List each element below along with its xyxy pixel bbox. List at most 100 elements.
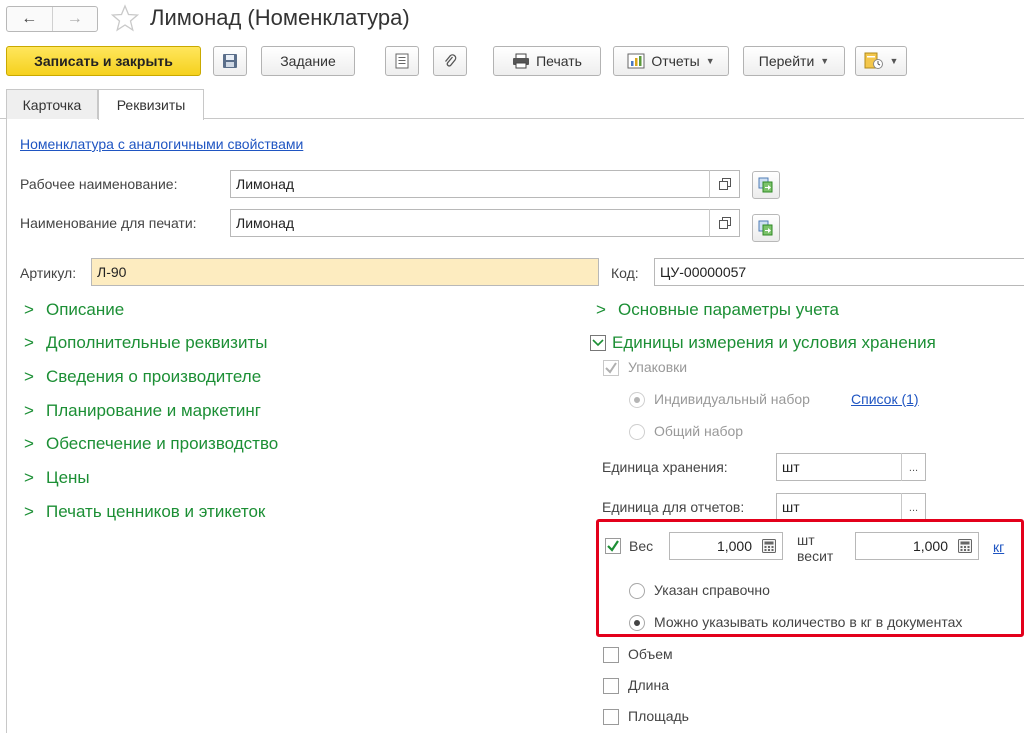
work-name-field[interactable]: Лимонад [230,170,740,198]
code-value: ЦУ-00000057 [660,264,747,280]
group-supply-production[interactable]: > Обеспечение и производство [24,434,278,454]
goto-label: Перейти [758,53,815,69]
chevron-down-icon: ▼ [820,56,830,66]
common-set-radio[interactable] [629,424,645,440]
open-value-button[interactable] [709,170,739,198]
create-based-on-button[interactable]: ▼ [855,46,907,76]
select-button[interactable]: ... [901,493,925,521]
group-label: Обеспечение и производство [46,434,279,453]
group-label: Цены [46,468,90,487]
chevron-right-icon: > [24,300,34,319]
weight-label: Вес [629,538,654,554]
group-manufacturer[interactable]: > Сведения о производителе [24,367,261,387]
back-button[interactable]: ← [7,7,52,31]
favorite-star-icon[interactable] [110,3,140,33]
length-label: Длина [628,677,669,693]
save-button[interactable] [213,46,247,76]
attach-file-button[interactable] [433,46,467,76]
volume-label: Объем [628,646,673,662]
group-label: Планирование и маркетинг [46,401,261,420]
print-name-field[interactable]: Лимонад [230,209,740,237]
calculator-icon[interactable] [958,539,972,553]
reports-button[interactable]: Отчеты ▼ [613,46,729,76]
chevron-right-icon: > [24,502,34,521]
length-checkbox[interactable] [603,678,619,694]
open-value-button[interactable] [709,209,739,237]
calculator-icon[interactable] [762,539,776,553]
group-label: Описание [46,300,125,319]
fill-from-template-button[interactable] [752,214,780,242]
storage-unit-label: Единица хранения: [602,459,728,475]
unit-weighs-label: шт весит [797,532,833,564]
area-checkbox[interactable] [603,709,619,725]
forward-button[interactable]: → [51,7,98,31]
weight-unit-link[interactable]: кг [993,539,1004,555]
quantity-value: 1,000 [716,538,752,554]
copy-green-icon [758,177,773,193]
group-units-storage[interactable]: Единицы измерения и условия хранения [590,333,936,353]
tab-requisites[interactable]: Реквизиты [98,89,204,120]
form-border [6,119,7,733]
report-unit-field[interactable]: шт ... [776,493,926,521]
code-label: Код: [611,265,639,281]
chevron-right-icon: > [24,367,34,386]
group-label: Единицы измерения и условия хранения [612,333,936,352]
code-field[interactable]: ЦУ-00000057 [654,258,1024,286]
weighs-label: весит [797,548,834,564]
group-label: Дополнительные реквизиты [46,333,268,352]
similar-items-link[interactable]: Номенклатура с аналогичными свойствами [20,136,303,152]
task-button[interactable]: Задание [261,46,355,76]
copy-window-icon [718,178,731,190]
print-name-value: Лимонад [236,215,295,231]
tab-card[interactable]: Карточка [6,89,98,119]
document-list-button[interactable] [385,46,419,76]
storage-unit-field[interactable]: шт ... [776,453,926,481]
create-document-icon [864,52,883,69]
window-title: Лимонад (Номенклатура) [150,5,410,30]
paperclip-icon [444,54,457,67]
storage-unit-value: шт [782,459,800,475]
copy-green-icon [758,220,773,236]
documents-weight-radio[interactable] [629,615,645,631]
report-unit-label: Единица для отчетов: [602,499,745,515]
unit-label: шт [797,532,815,548]
goto-button[interactable]: Перейти ▼ [743,46,845,76]
chevron-right-icon: > [596,300,606,319]
group-planning-marketing[interactable]: > Планирование и маркетинг [24,401,261,421]
print-button[interactable]: Печать [493,46,601,76]
individual-set-radio[interactable] [629,392,645,408]
group-additional-requisites[interactable]: > Дополнительные реквизиты [24,333,267,353]
common-set-label: Общий набор [654,423,744,439]
select-button[interactable]: ... [901,453,925,481]
packages-list-link[interactable]: Список (1) [851,391,919,407]
floppy-disk-icon [223,54,237,68]
group-accounting-params[interactable]: > Основные параметры учета [596,300,839,320]
documents-weight-label: Можно указывать количество в кг в докуме… [654,614,963,630]
checkmark-icon [605,362,617,374]
weight-value: 1,000 [912,538,948,554]
fill-from-template-button[interactable] [752,171,780,199]
save-close-button[interactable]: Записать и закрыть [6,46,201,76]
work-name-value: Лимонад [236,176,295,192]
weight-value-field[interactable]: 1,000 [855,532,979,560]
group-label: Основные параметры учета [618,300,840,319]
checkmark-icon [607,540,619,552]
chevron-right-icon: > [24,434,34,453]
group-prices[interactable]: > Цены [24,468,90,488]
copy-window-icon [718,217,731,229]
packages-checkbox[interactable] [603,360,619,376]
group-price-tags[interactable]: > Печать ценников и этикеток [24,502,265,522]
chevron-down-icon [590,335,606,351]
area-label: Площадь [628,708,689,724]
chevron-down-icon: ▼ [889,56,899,66]
weight-checkbox[interactable] [605,538,621,554]
group-description[interactable]: > Описание [24,300,124,320]
history-nav: ← → [6,6,98,32]
reference-weight-radio[interactable] [629,583,645,599]
volume-checkbox[interactable] [603,647,619,663]
report-unit-value: шт [782,499,800,515]
article-field[interactable]: Л-90 [91,258,599,286]
article-label: Артикул: [20,265,77,281]
packages-label: Упаковки [628,359,688,375]
quantity-field[interactable]: 1,000 [669,532,783,560]
